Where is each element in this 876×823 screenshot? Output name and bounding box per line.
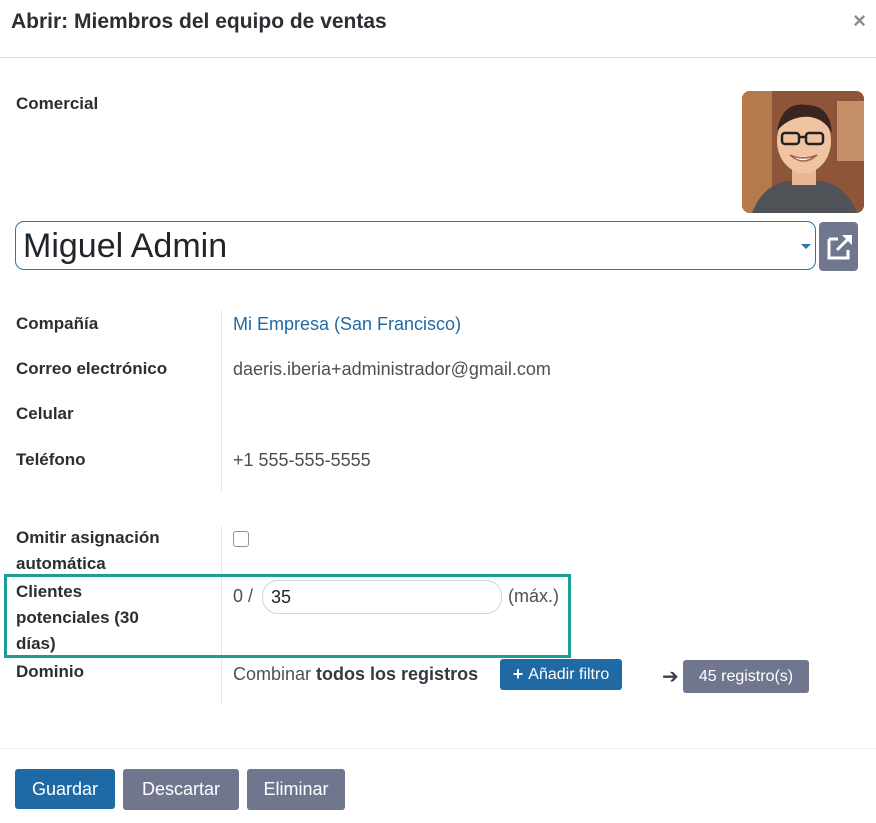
domain-text: Combinar todos los registros	[233, 661, 478, 687]
highlight-box	[4, 574, 571, 658]
salesperson-select[interactable]: Miguel Admin	[15, 221, 816, 270]
footer-divider	[0, 748, 876, 749]
plus-icon: +	[512, 664, 524, 684]
save-button[interactable]: Guardar	[15, 769, 115, 809]
mobile-label: Celular	[16, 404, 74, 423]
skip-assign-label-line2: automática	[16, 554, 106, 573]
dialog-title: Abrir: Miembros del equipo de ventas	[11, 10, 387, 33]
domain-text-prefix: Combinar	[233, 664, 312, 684]
group-divider	[221, 310, 222, 492]
avatar[interactable]	[742, 91, 864, 213]
domain-label: Dominio	[16, 662, 84, 681]
salesperson-label: Comercial	[16, 94, 99, 113]
external-link-icon	[827, 235, 852, 260]
delete-button[interactable]: Eliminar	[247, 769, 345, 810]
skip-assign-label-line1: Omitir asignación	[16, 528, 160, 547]
records-button[interactable]: 45 registro(s)	[683, 660, 809, 693]
phone-label: Teléfono	[16, 450, 86, 469]
dialog-header: Abrir: Miembros del equipo de ventas ×	[0, 0, 876, 58]
company-label: Compañía	[16, 314, 99, 333]
phone-value[interactable]: +1 555-555-5555	[233, 447, 371, 473]
skip-assign-checkbox[interactable]	[233, 531, 249, 547]
discard-button[interactable]: Descartar	[123, 769, 239, 810]
email-value[interactable]: daeris.iberia+administrador@gmail.com	[233, 356, 551, 382]
add-filter-button[interactable]: + Añadir filtro	[500, 659, 622, 690]
company-link[interactable]: Mi Empresa (San Francisco)	[233, 311, 461, 337]
domain-text-bold: todos los registros	[316, 664, 479, 684]
skip-assign-label: Omitir asignación automática	[16, 525, 160, 577]
arrow-right-icon: ➔	[662, 666, 679, 688]
email-label: Correo electrónico	[16, 359, 168, 378]
external-link-button[interactable]	[819, 222, 858, 271]
add-filter-label: Añadir filtro	[528, 665, 610, 683]
close-icon[interactable]: ×	[853, 8, 866, 34]
salesperson-name: Miguel Admin	[23, 227, 228, 265]
chevron-down-icon[interactable]	[801, 244, 811, 249]
